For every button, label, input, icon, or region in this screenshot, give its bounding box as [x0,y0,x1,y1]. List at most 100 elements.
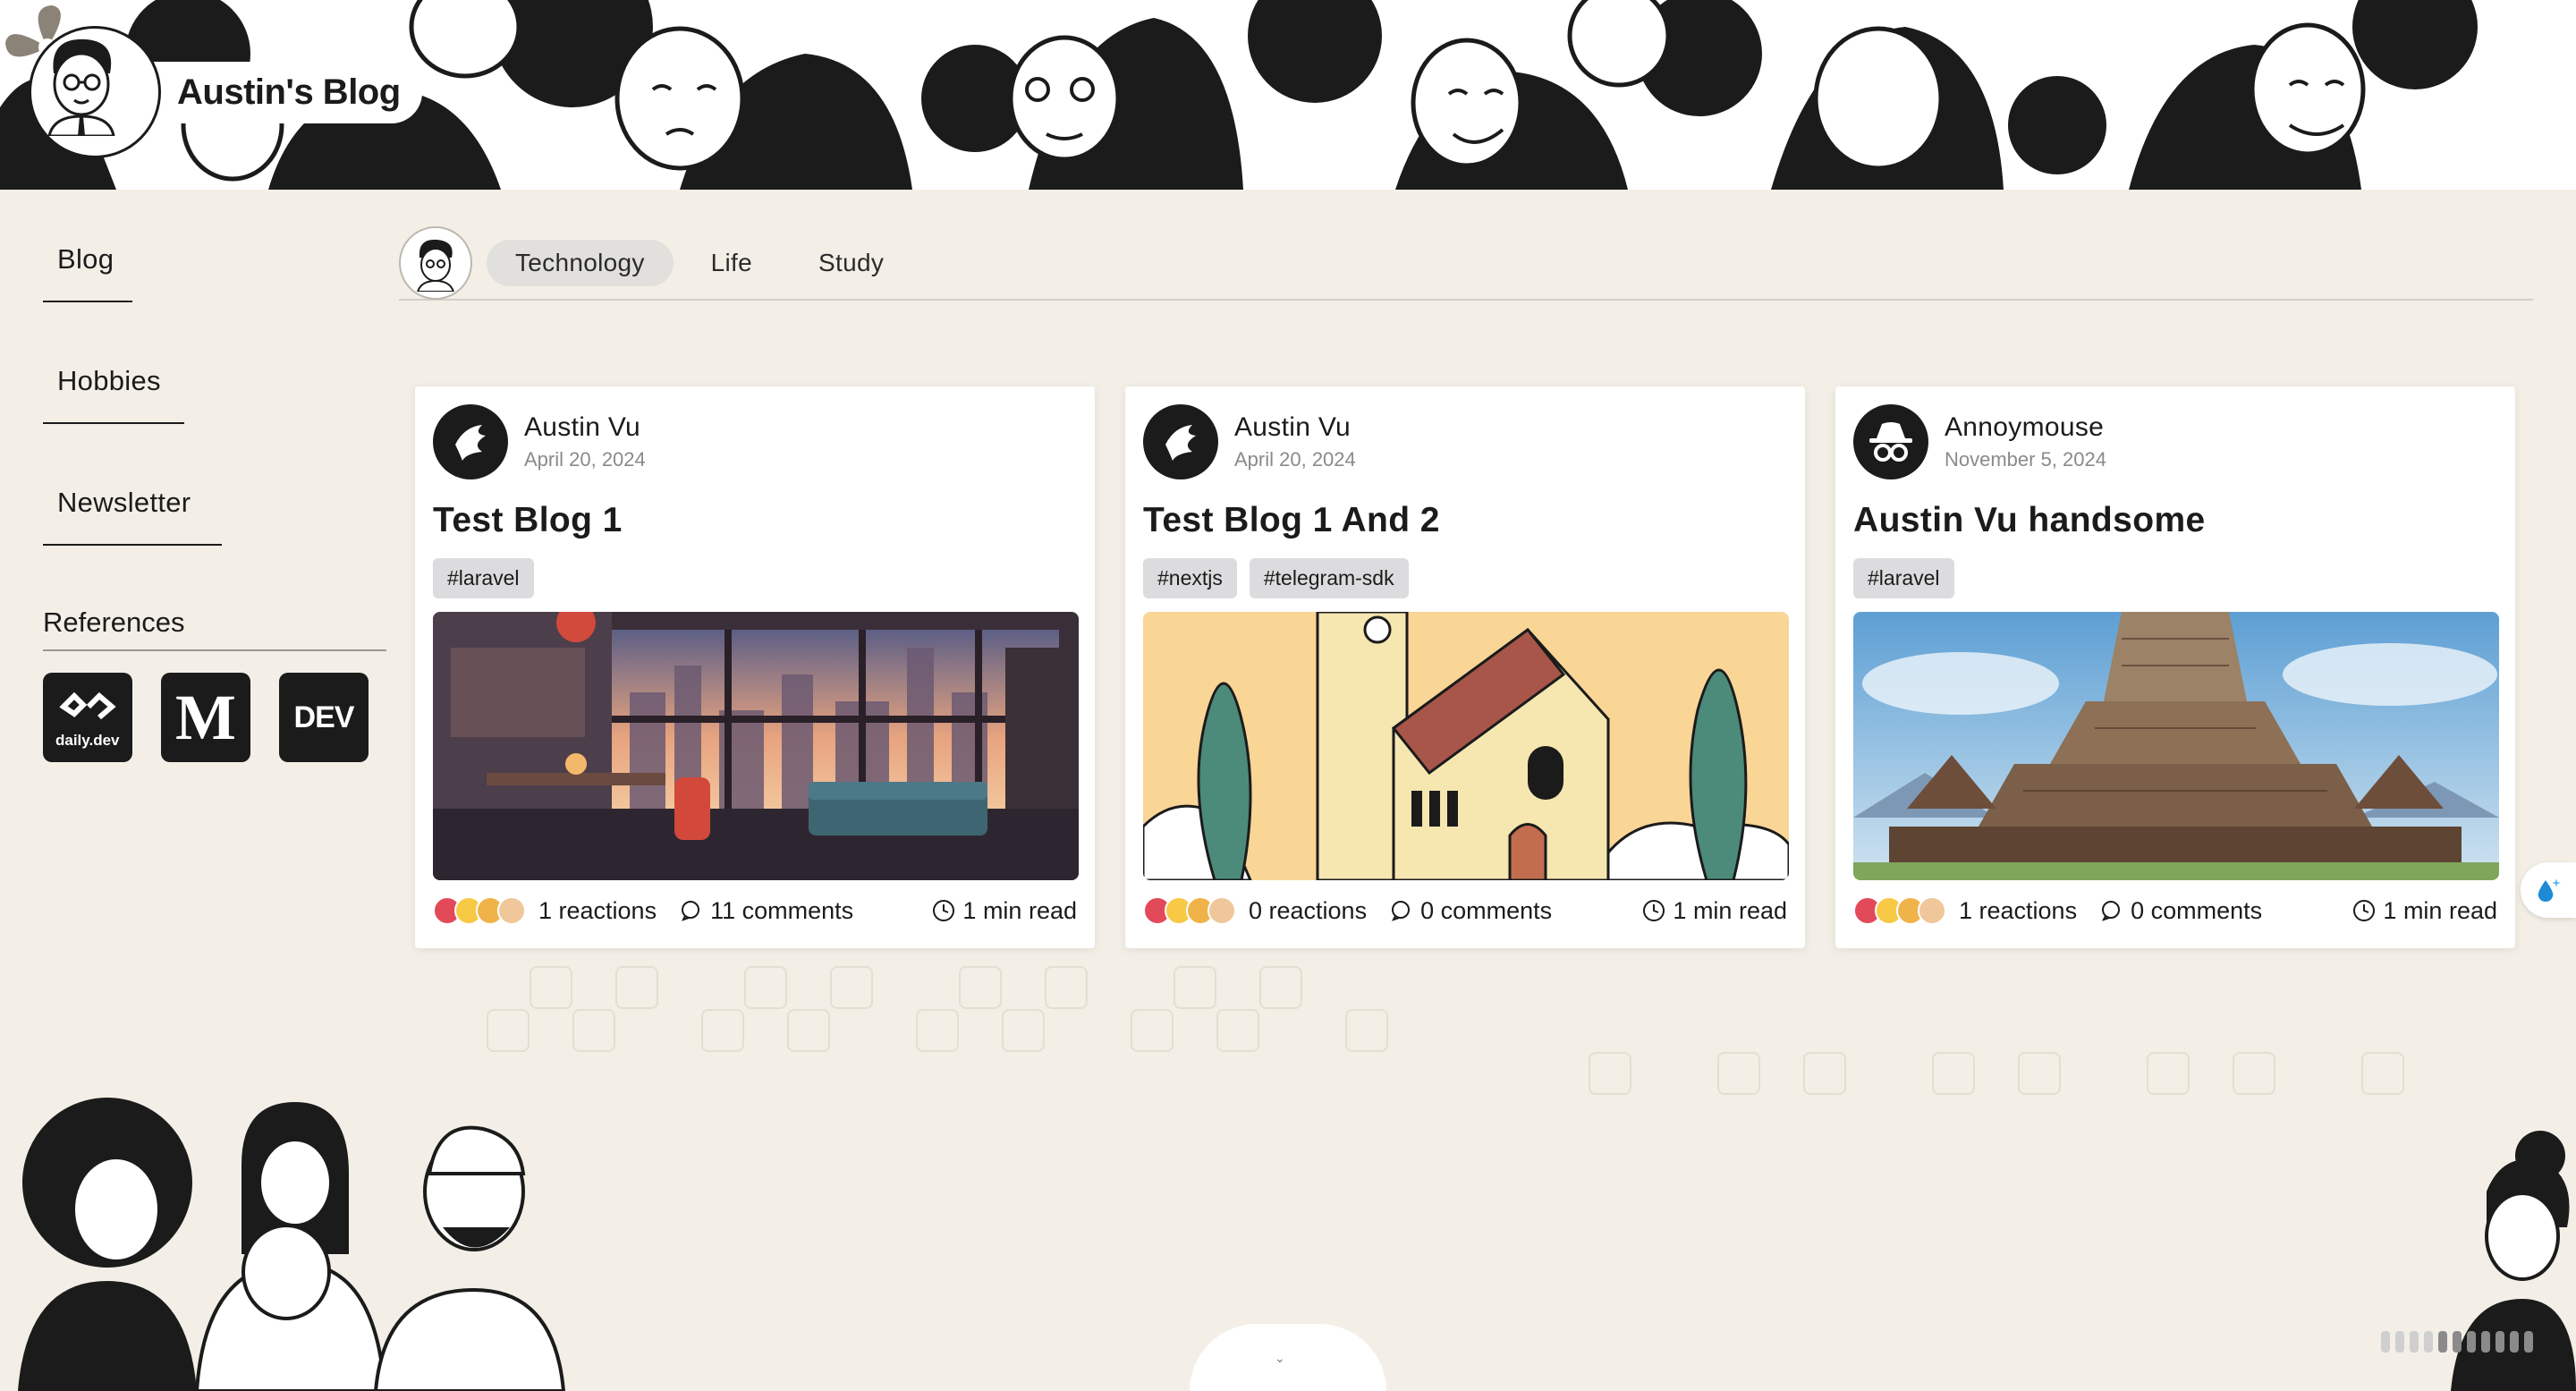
clap-icon [1918,896,1946,925]
post-thumbnail[interactable] [1853,612,2499,880]
dev-caption: DEV [293,700,355,734]
bg-square [2361,1052,2404,1095]
post-header: Austin Vu April 20, 2024 [1143,404,1356,479]
sidebar-item-newsletter[interactable]: Newsletter [43,487,386,519]
author-avatar-icon [433,404,508,479]
post-tag[interactable]: #telegram-sdk [1249,558,1409,598]
bg-square [1131,1009,1174,1052]
clock-icon [933,900,955,921]
author-avatar-icon [29,26,161,158]
comment-icon [682,901,700,921]
scroll-down-button[interactable] [1190,1324,1386,1391]
reaction-emojis[interactable] [1853,896,1946,925]
post-date: November 5, 2024 [1945,448,2106,471]
tab-technology[interactable]: Technology [487,240,674,286]
author-name[interactable]: Austin Vu [524,412,646,443]
sidebar-item-hobbies[interactable]: Hobbies [43,365,386,397]
bg-square [1174,966,1216,1009]
bg-square [1259,966,1302,1009]
references-title: References [43,606,386,651]
bg-square [615,966,658,1009]
post-date: April 20, 2024 [524,448,646,471]
read-time: 1 min read [1642,897,1787,925]
bg-square [530,966,572,1009]
header-banner: Austin's Blog [0,0,2576,192]
post-thumbnail[interactable] [1143,612,1789,880]
sidebar: Blog Hobbies Newsletter References daily… [43,243,386,762]
bg-square [1002,1009,1045,1052]
divider [43,422,184,424]
post-footer: 1 reactions 0 comments 1 min read [1853,896,2497,925]
sidebar-item-blog[interactable]: Blog [43,243,386,276]
reactions-count: 1 reactions [538,896,657,924]
main-panel: Blog Hobbies Newsletter References daily… [0,190,2576,1391]
bg-square [830,966,873,1009]
read-time: 1 min read [2352,897,2497,925]
dev-icon[interactable]: DEV [279,673,369,762]
category-tabs: Technology Life Study [399,226,2533,301]
post-title[interactable]: Austin Vu handsome [1853,501,2206,540]
bg-square [487,1009,530,1052]
bg-square [1345,1009,1388,1052]
post-tag[interactable]: #laravel [433,558,534,598]
medium-caption: M [175,681,236,753]
site-title: Austin's Blog [138,61,422,123]
read-time: 1 min read [932,897,1077,925]
post-card[interactable]: Annoymouse November 5, 2024 Austin Vu ha… [1835,386,2515,948]
post-title[interactable]: Test Blog 1 [433,501,623,540]
post-header: Annoymouse November 5, 2024 [1853,404,2106,479]
bg-square [916,1009,959,1052]
tab-life[interactable]: Life [682,240,781,286]
post-footer: 1 reactions 11 comments 1 min read [433,896,1077,925]
anonymous-avatar-icon [1853,404,1928,479]
bg-square [572,1009,615,1052]
people-illustration [18,1098,566,1391]
read-time-label: 1 min read [962,896,1077,924]
references-list: daily.dev M DEV [43,673,386,762]
bg-square [1932,1052,1975,1095]
author-avatar-icon [1143,404,1218,479]
tag-list: #laravel [433,558,534,598]
post-tag[interactable]: #nextjs [1143,558,1237,598]
reaction-emojis[interactable] [1143,896,1236,925]
bg-square [744,966,787,1009]
comments-count[interactable]: 11 comments [710,897,853,925]
post-footer: 0 reactions 0 comments 1 min read [1143,896,1787,925]
post-card[interactable]: Austin Vu April 20, 2024 Test Blog 1 And… [1125,386,1805,948]
post-header: Austin Vu April 20, 2024 [433,404,646,479]
bg-square [2233,1052,2275,1095]
bg-square [1045,966,1088,1009]
comments-count[interactable]: 0 comments [2131,897,2262,925]
clock-icon [2353,900,2376,921]
comment-icon [1392,901,1411,921]
water-drop-button[interactable] [2521,862,2576,918]
bg-square [1717,1052,1760,1095]
bg-square [2147,1052,2190,1095]
chevron-down-icon[interactable]: ⌄ [1275,1351,1285,1366]
post-card[interactable]: Austin Vu April 20, 2024 Test Blog 1 #la… [415,386,1095,948]
daily-dev-caption: daily.dev [55,732,120,749]
bg-square [959,966,1002,1009]
bg-square [1803,1052,1846,1095]
comment-icon [2102,901,2121,921]
tag-list: #nextjs #telegram-sdk [1143,558,1409,598]
post-title[interactable]: Test Blog 1 And 2 [1143,501,1440,540]
post-tag[interactable]: #laravel [1853,558,1954,598]
bg-square [701,1009,744,1052]
bg-square [1216,1009,1259,1052]
medium-icon[interactable]: M [161,673,250,762]
daily-dev-icon[interactable]: daily.dev [43,673,132,762]
water-drop-icon [2538,878,2561,902]
tab-study[interactable]: Study [790,240,912,286]
brand[interactable]: Austin's Blog [29,25,422,159]
author-name[interactable]: Annoymouse [1945,412,2106,443]
read-time-label: 1 min read [2383,896,2497,924]
post-thumbnail[interactable] [433,612,1079,880]
bg-square [1589,1052,1631,1095]
reaction-emojis[interactable] [433,896,526,925]
bg-square [2018,1052,2061,1095]
author-name[interactable]: Austin Vu [1234,412,1356,443]
comments-count[interactable]: 0 comments [1420,897,1552,925]
clock-icon [1643,900,1665,921]
divider [43,544,222,546]
